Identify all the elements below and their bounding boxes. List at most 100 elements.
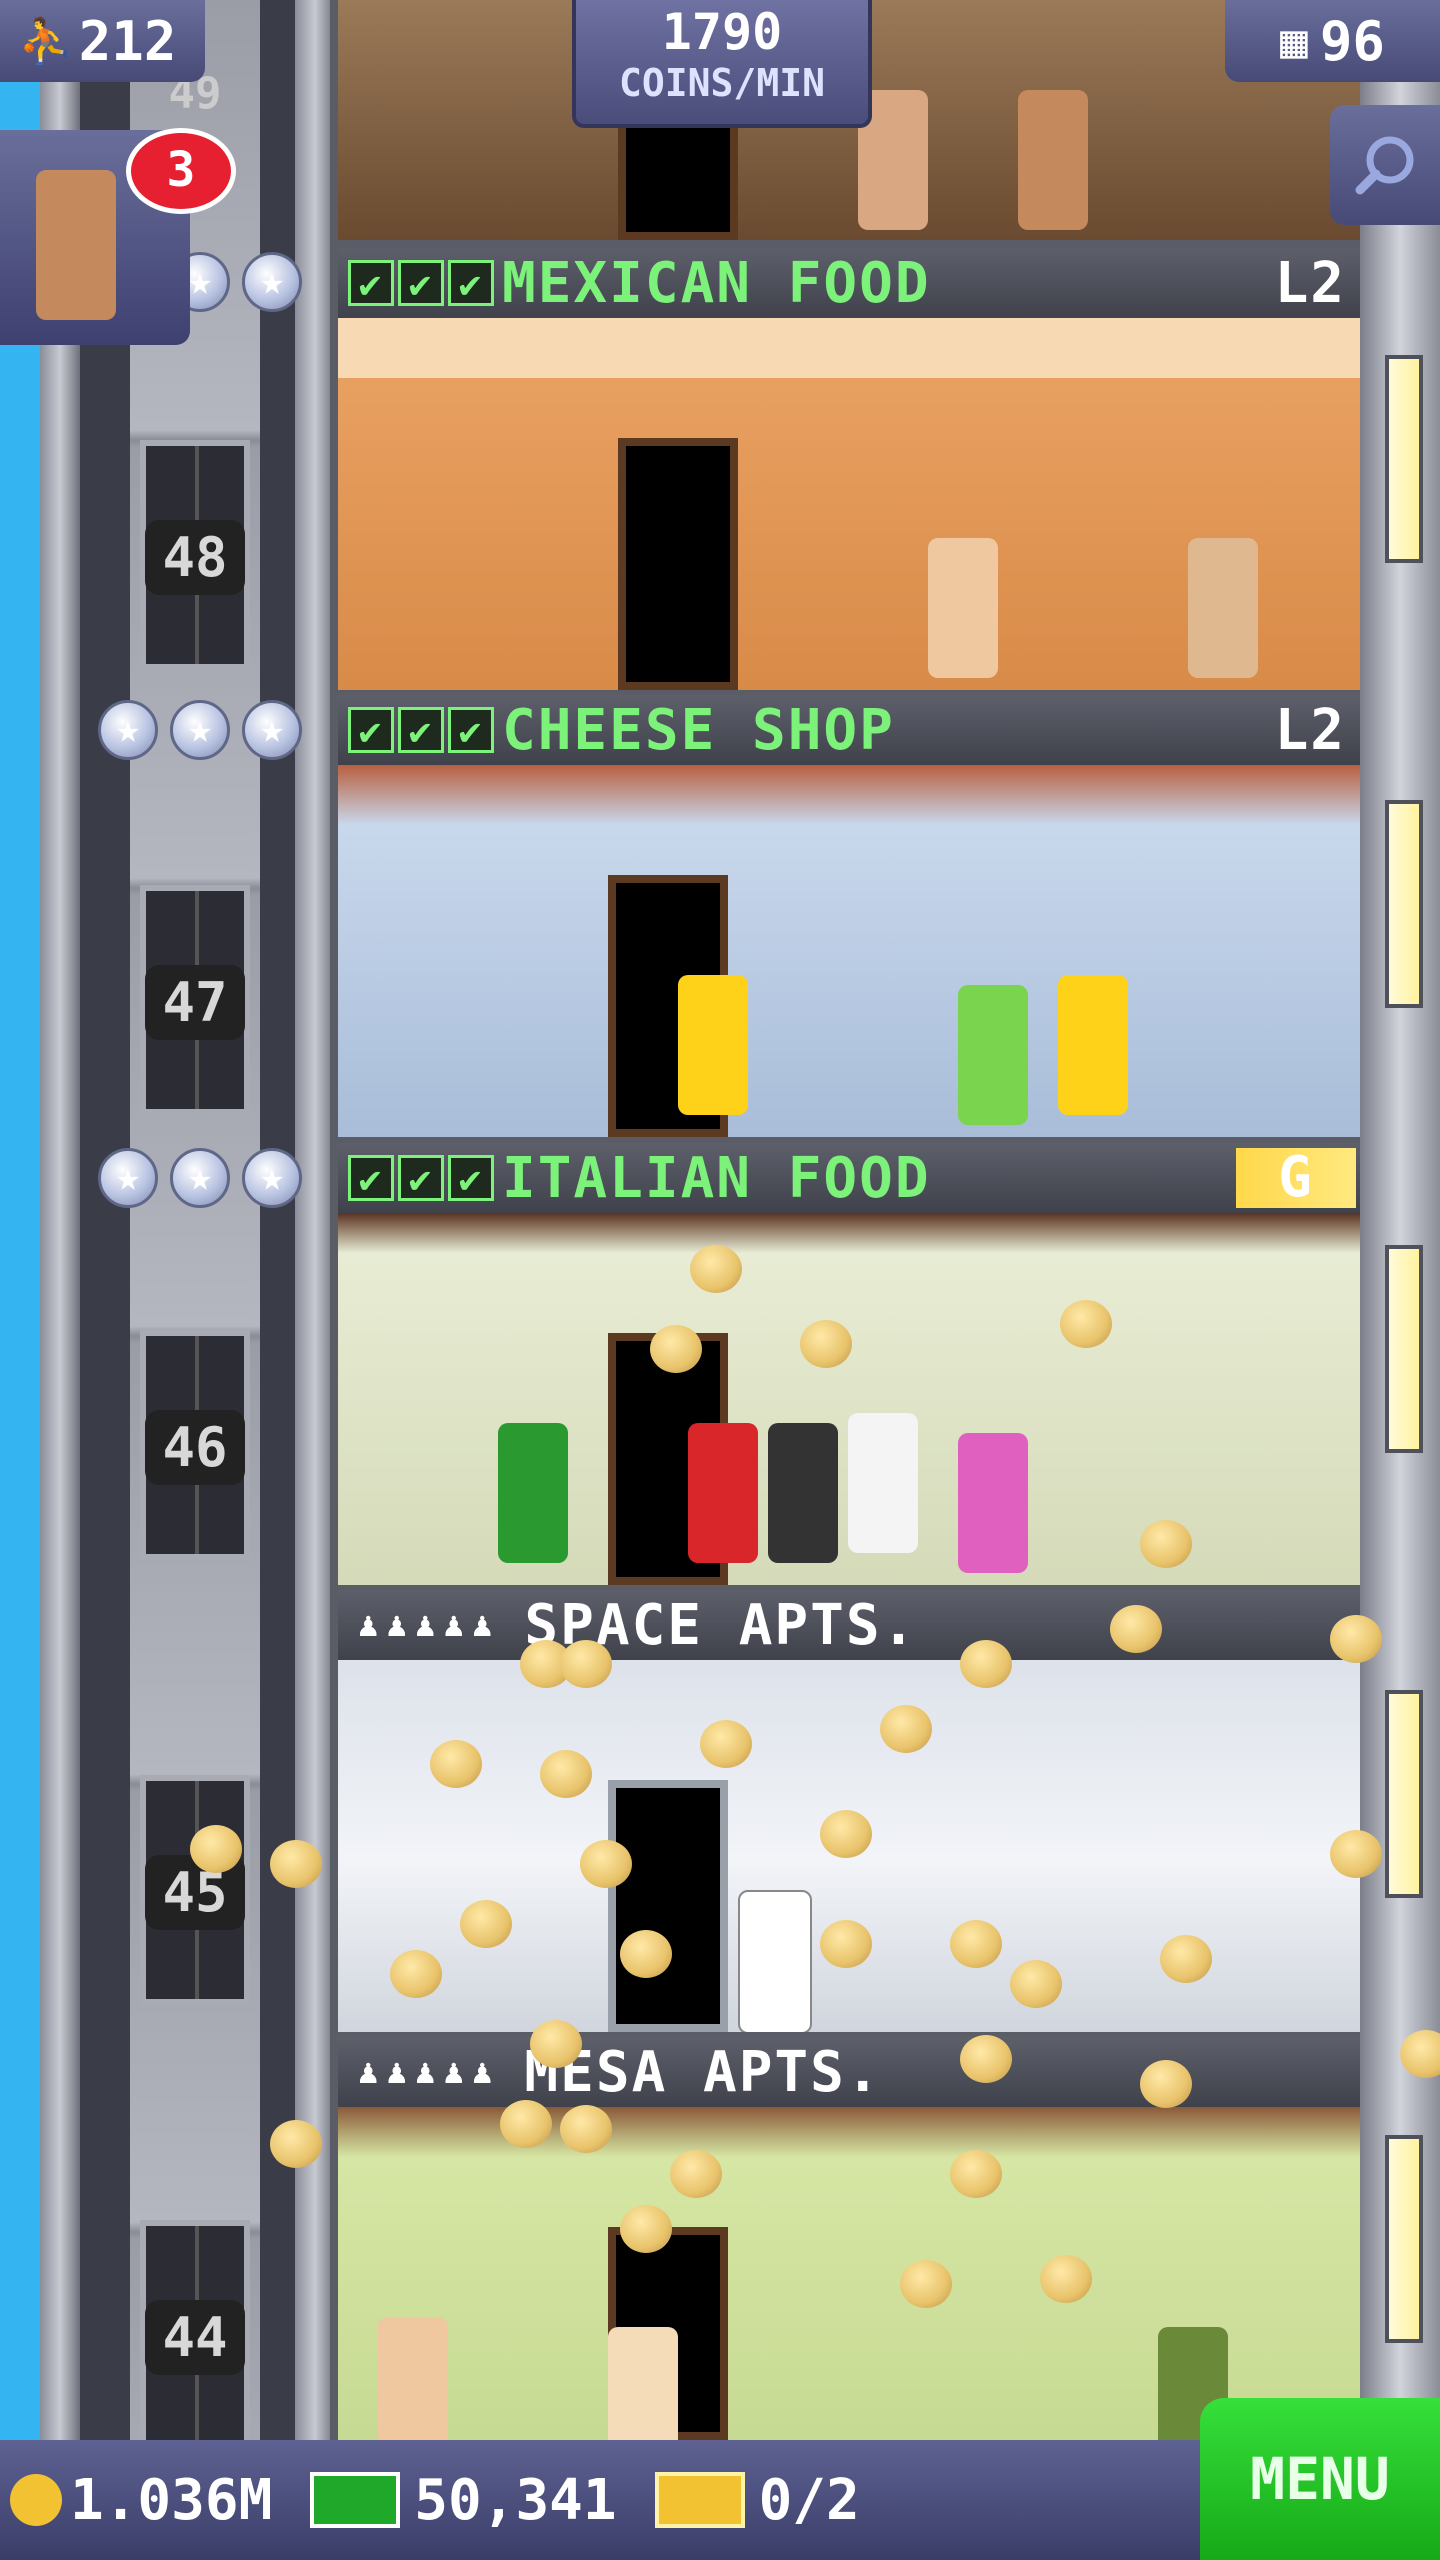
check-icon: ✔: [348, 260, 394, 306]
room-cheese-shop[interactable]: [338, 765, 1360, 1137]
coin-icon: [10, 2474, 62, 2526]
coin-particle: [620, 1930, 672, 1978]
gold-badge: G: [1236, 1148, 1356, 1208]
floor-label-italian-food[interactable]: ✔ ✔ ✔ ITALIAN FOOD G: [338, 1143, 1360, 1213]
resident-icon: ♟: [414, 1605, 438, 1645]
floor-name: CHEESE SHOP: [502, 697, 895, 763]
bitizen-character[interactable]: [738, 1890, 812, 2032]
menu-button[interactable]: MENU: [1200, 2398, 1440, 2560]
coin-particle: [270, 1840, 322, 1888]
bitizen-character[interactable]: [928, 538, 998, 678]
coin-particle: [1330, 1830, 1382, 1878]
resident-icon: ♟: [471, 1605, 495, 1645]
elevator-rail[interactable]: [130, 0, 260, 2440]
coin-particle: [580, 1840, 632, 1888]
room-italian-food[interactable]: [338, 1213, 1360, 1585]
coin-particle: [690, 1245, 742, 1293]
floor-stars-italian: ★ ★ ★: [98, 1148, 302, 1208]
resident-icon: ♟: [443, 1605, 466, 1645]
floor-label-mexican-food[interactable]: ✔ ✔ ✔ MEXICAN FOOD L2: [338, 248, 1360, 318]
coins-per-min-panel[interactable]: 1790 COINS/MIN: [572, 0, 872, 128]
star-icon: ★: [170, 700, 230, 760]
floor-label-mesa-apts[interactable]: ♟ ♟ ♟ ♟ ♟ MESA APTS.: [338, 2037, 1360, 2107]
coins-per-min-value: 1790: [661, 3, 783, 61]
bitizen-character[interactable]: [688, 1423, 758, 1563]
coin-particle: [670, 2150, 722, 2198]
coin-particle: [700, 1720, 752, 1768]
bitizen-character[interactable]: [768, 1423, 838, 1563]
coin-particle: [1140, 1520, 1192, 1568]
floor-label-cheese-shop[interactable]: ✔ ✔ ✔ CHEESE SHOP L2: [338, 695, 1360, 765]
star-icon: ★: [98, 700, 158, 760]
resident-icon: ♟: [414, 2052, 438, 2092]
tower-window: [1385, 355, 1423, 563]
ticket-count[interactable]: 0/2: [759, 2468, 860, 2533]
floor-number-47: 47: [145, 965, 245, 1040]
coin-particle: [1140, 2060, 1192, 2108]
tower-window: [1385, 2135, 1423, 2343]
magnifier-icon: [1355, 136, 1414, 195]
check-icon: ✔: [398, 707, 444, 753]
star-icon: ★: [242, 700, 302, 760]
bitizen-character[interactable]: [958, 1433, 1028, 1573]
coin-particle: [430, 1740, 482, 1788]
bitizen-character[interactable]: [378, 2317, 448, 2440]
room-mexican-food[interactable]: [338, 318, 1360, 690]
bux-icon: [310, 2472, 401, 2528]
stock-checks: ✔ ✔ ✔: [348, 1155, 494, 1201]
floor-counter[interactable]: ▦ 96: [1225, 0, 1440, 82]
bitizen-character[interactable]: [608, 2327, 678, 2440]
building-icon: ▦: [1280, 14, 1308, 68]
tower-window: [1385, 1690, 1423, 1898]
stock-checks: ✔ ✔ ✔: [348, 707, 494, 753]
bitizen-character[interactable]: [678, 975, 748, 1115]
resident-icon: ♟: [358, 2052, 381, 2092]
bitizen-character[interactable]: [958, 985, 1028, 1125]
tower-window: [1385, 1245, 1423, 1453]
population-counter[interactable]: ⛹ 212: [0, 0, 205, 82]
person-icon: ⛹: [18, 16, 73, 67]
room-door: [618, 120, 738, 240]
check-icon: ✔: [348, 707, 394, 753]
floor-name: MEXICAN FOOD: [502, 250, 931, 316]
bitizen-character[interactable]: [1018, 90, 1088, 230]
bux-balance[interactable]: 50,341: [414, 2468, 616, 2533]
bitizen-character[interactable]: [1188, 538, 1258, 678]
floor-level: L2: [1274, 697, 1346, 763]
room-mesa-apts[interactable]: [338, 2107, 1360, 2440]
floor-label-space-apts[interactable]: ♟ ♟ ♟ ♟ ♟ SPACE APTS.: [338, 1590, 1360, 1660]
search-button[interactable]: [1330, 105, 1440, 225]
coin-particle: [950, 1920, 1002, 1968]
coin-balance[interactable]: 1.036M: [70, 2468, 272, 2533]
coin-particle: [500, 2100, 552, 2148]
shaft-wall-right: [295, 0, 335, 2440]
resident-icon: ♟: [471, 2052, 495, 2092]
resident-icon: ♟: [386, 1605, 409, 1645]
room-door: [618, 438, 738, 690]
notification-badge: 3: [126, 128, 236, 214]
coin-particle: [390, 1950, 442, 1998]
resident-icon: ♟: [386, 2052, 409, 2092]
coin-particle: [530, 2020, 582, 2068]
bitizen-character[interactable]: [848, 1413, 918, 1553]
coin-particle: [560, 1640, 612, 1688]
coin-particle: [1330, 1615, 1382, 1663]
coin-particle: [1010, 1960, 1062, 2008]
coin-particle: [960, 2035, 1012, 2083]
star-icon: ★: [98, 1148, 158, 1208]
coin-particle: [880, 1705, 932, 1753]
coin-particle: [820, 1920, 872, 1968]
check-icon: ✔: [448, 707, 494, 753]
star-icon: ★: [242, 252, 302, 312]
coin-particle: [190, 1825, 242, 1873]
resident-icons: ♟ ♟ ♟ ♟ ♟: [358, 2052, 494, 2092]
floor-number-44: 44: [145, 2300, 245, 2375]
room-door: [608, 1780, 728, 2032]
shaft-wall-left: [40, 0, 80, 2440]
bitizen-character[interactable]: [1058, 975, 1128, 1115]
coin-particle: [1040, 2255, 1092, 2303]
bitizen-character[interactable]: [498, 1423, 568, 1563]
coin-particle: [540, 1750, 592, 1798]
resident-icons: ♟ ♟ ♟ ♟ ♟: [358, 1605, 494, 1645]
coin-particle: [650, 1325, 702, 1373]
